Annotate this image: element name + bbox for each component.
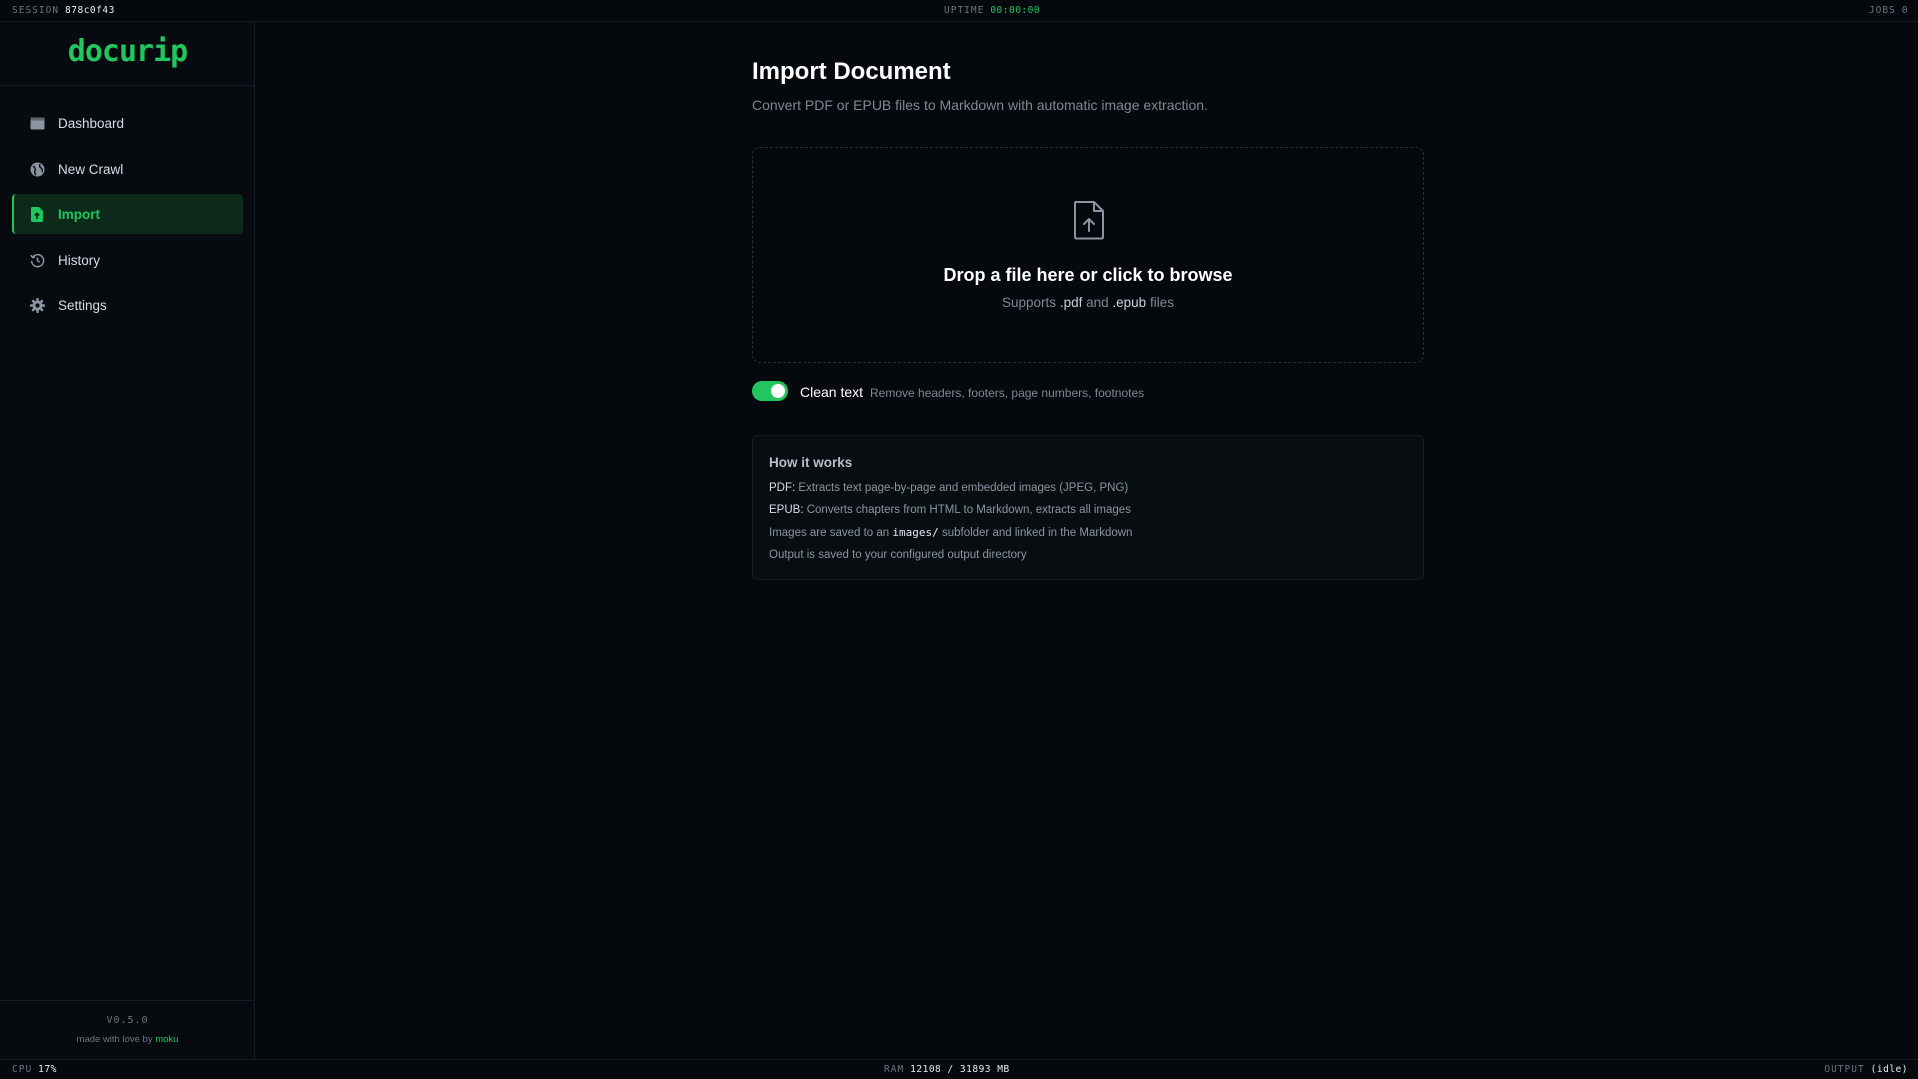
sidebar-item-new-crawl[interactable]: New Crawl	[12, 149, 243, 189]
bottom-status-bar: CPU 17% RAM 12108 / 31893 MB OUTPUT (idle)	[0, 1059, 1918, 1079]
sidebar-item-label: Settings	[58, 297, 107, 313]
epub-extension: .epub	[1112, 295, 1147, 310]
gear-icon	[29, 297, 45, 313]
file-upload-icon	[1073, 200, 1105, 240]
jobs-indicator: JOBS 0	[1869, 5, 1908, 16]
jobs-label: JOBS	[1868, 5, 1896, 16]
page-title: Import Document	[752, 58, 951, 85]
divider	[0, 85, 254, 86]
epub-label: EPUB:	[769, 504, 804, 516]
and-text: and	[1086, 295, 1109, 310]
ram-label: RAM	[884, 1064, 905, 1075]
file-import-icon	[29, 206, 45, 222]
file-dropzone[interactable]: Drop a file here or click to browse Supp…	[752, 147, 1424, 363]
app-version: V0.5.0	[106, 1015, 149, 1026]
session-label: SESSION	[12, 5, 60, 16]
pdf-extension: .pdf	[1059, 295, 1083, 310]
uptime-value: 00:00:00	[990, 5, 1041, 16]
ram-indicator: RAM 12108 / 31893 MB	[884, 1064, 1010, 1075]
clean-text-description: Remove headers, footers, page numbers, f…	[870, 386, 1145, 400]
how-it-works-panel: How it works PDF: Extracts text page-by-…	[752, 435, 1424, 580]
uptime-indicator: UPTIME 00:00:00	[944, 5, 1040, 16]
sidebar-item-label: Dashboard	[58, 115, 125, 131]
cpu-value: 17%	[38, 1064, 57, 1075]
how-it-works-title: How it works	[769, 455, 853, 470]
sidebar-item-label: New Crawl	[58, 161, 124, 177]
how-line-images: Images are saved to an images/ subfolder…	[769, 526, 1132, 539]
sidebar-item-dashboard[interactable]: Dashboard	[12, 103, 243, 143]
made-by-text: made with love by	[76, 1034, 153, 1045]
history-icon	[29, 252, 45, 268]
epub-description: Converts chapters from HTML to Markdown,…	[806, 504, 1131, 516]
top-status-bar: SESSION 878c0f43 UPTIME 00:00:00 JOBS 0	[0, 0, 1918, 22]
session-value: 878c0f43	[65, 5, 115, 16]
sidebar-item-import[interactable]: Import	[12, 194, 243, 234]
dashboard-icon	[29, 115, 45, 131]
clean-text-label: Clean text	[800, 384, 864, 400]
how-line-epub: EPUB: Converts chapters from HTML to Mar…	[769, 504, 1131, 516]
files-text: files	[1149, 295, 1174, 310]
uptime-label: UPTIME	[944, 5, 985, 16]
clean-text-toggle[interactable]	[752, 381, 788, 401]
made-by-credit: made with love by moku	[0, 1034, 255, 1045]
images-suffix: subfolder and linked in the Markdown	[941, 527, 1133, 539]
session-indicator: SESSION 878c0f43	[12, 5, 115, 16]
sidebar: docurip Dashboard New Crawl Import Histo…	[0, 22, 255, 1059]
globe-icon	[29, 161, 45, 177]
pdf-description: Extracts text page-by-page and embedded …	[798, 482, 1129, 494]
cpu-indicator: CPU 17%	[12, 1064, 57, 1075]
how-line-output: Output is saved to your configured outpu…	[769, 549, 1027, 561]
sidebar-item-label: History	[58, 252, 101, 268]
images-prefix: Images are saved to an	[769, 527, 890, 539]
output-indicator: OUTPUT (idle)	[1824, 1064, 1908, 1075]
page-subtitle: Convert PDF or EPUB files to Markdown wi…	[752, 97, 1208, 113]
images-folder-code: images/	[892, 526, 939, 539]
divider	[0, 1000, 254, 1001]
ram-value: 12108 / 31893 MB	[910, 1064, 1010, 1075]
how-line-pdf: PDF: Extracts text page-by-page and embe…	[769, 482, 1128, 494]
pdf-label: PDF:	[769, 482, 796, 494]
author-link[interactable]: moku	[155, 1034, 178, 1045]
sidebar-item-history[interactable]: History	[12, 240, 243, 280]
supports-text: Supports	[1002, 295, 1057, 310]
output-description: Output is saved to your configured outpu…	[769, 549, 1027, 561]
output-value: (idle)	[1870, 1064, 1908, 1075]
toggle-knob	[771, 384, 785, 398]
sidebar-item-label: Import	[58, 206, 100, 222]
dropzone-title: Drop a file here or click to browse	[943, 265, 1233, 285]
output-label: OUTPUT	[1824, 1064, 1865, 1075]
dropzone-subtitle: Supports .pdf and .epub files	[753, 295, 1423, 310]
app-logo[interactable]: docurip	[0, 34, 255, 69]
cpu-label: CPU	[12, 1064, 33, 1075]
jobs-value: 0	[1901, 5, 1908, 16]
sidebar-item-settings[interactable]: Settings	[12, 285, 243, 325]
